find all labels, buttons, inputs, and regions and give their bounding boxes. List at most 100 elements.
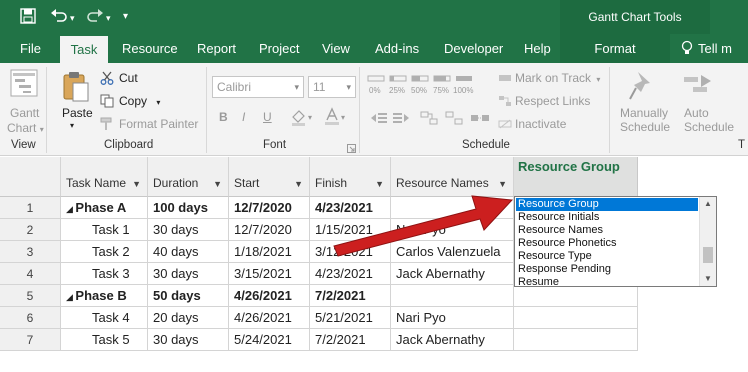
select-all-corner[interactable]	[0, 157, 61, 197]
tab-resource[interactable]: Resource	[122, 34, 178, 63]
undo-dropdown-icon[interactable]: ▾	[70, 13, 75, 24]
cell-start[interactable]: 3/15/2021	[229, 263, 310, 285]
cell-resource-group[interactable]	[514, 285, 638, 307]
column-filter-icon[interactable]: ▼	[294, 179, 303, 189]
font-color-icon[interactable]	[324, 107, 340, 128]
underline-button[interactable]: U	[263, 110, 272, 124]
column-header-resource-names[interactable]: Resource Names ▼	[391, 157, 514, 197]
field-option-resume[interactable]: Resume	[516, 276, 698, 286]
cut-button[interactable]: Cut	[119, 71, 138, 85]
cell-duration[interactable]: 100 days	[148, 197, 229, 219]
cell-finish[interactable]: 5/21/2021	[310, 307, 391, 329]
indent-task-icon[interactable]	[392, 111, 410, 128]
tab-help[interactable]: Help	[524, 34, 551, 63]
manually-schedule-button[interactable]: Manually Schedule	[620, 106, 670, 134]
cell-task-name[interactable]: Task 3	[61, 263, 148, 285]
column-filter-icon[interactable]: ▼	[213, 179, 222, 189]
cell-duration[interactable]: 30 days	[148, 263, 229, 285]
column-header-finish[interactable]: Finish ▼	[310, 157, 391, 197]
tab-format[interactable]: Format	[560, 34, 670, 63]
row-number[interactable]: 1	[0, 197, 61, 219]
tab-developer[interactable]: Developer	[444, 34, 503, 63]
italic-button[interactable]: I	[242, 110, 245, 124]
cell-finish[interactable]: 1/15/2021	[310, 219, 391, 241]
scroll-down-icon[interactable]: ▼	[700, 272, 716, 286]
cell-start[interactable]: 4/26/2021	[229, 307, 310, 329]
outdent-task-icon[interactable]	[370, 111, 388, 128]
cell-finish[interactable]: 4/23/2021	[310, 197, 391, 219]
cell-start[interactable]: 1/18/2021	[229, 241, 310, 263]
cell-duration[interactable]: 30 days	[148, 219, 229, 241]
field-option-resource-type[interactable]: Resource Type	[516, 250, 698, 263]
cell-task-name[interactable]: ◢ Phase A	[61, 197, 148, 219]
field-option-response-pending[interactable]: Response Pending	[516, 263, 698, 276]
cell-resource-names[interactable]: Nari Pyo	[391, 307, 514, 329]
scroll-up-icon[interactable]: ▲	[700, 197, 716, 211]
fill-color-icon[interactable]	[290, 108, 308, 129]
column-header-new-field-input[interactable]: Resource Group	[514, 157, 638, 197]
field-option-resource-names[interactable]: Resource Names	[516, 224, 698, 237]
cell-finish[interactable]: 7/2/2021	[310, 285, 391, 307]
tab-project[interactable]: Project	[259, 34, 299, 63]
field-name-dropdown-list[interactable]: Resource Group Resource Initials Resourc…	[514, 196, 717, 287]
cell-task-name[interactable]: Task 2	[61, 241, 148, 263]
cell-duration[interactable]: 20 days	[148, 307, 229, 329]
row-number[interactable]: 5	[0, 285, 61, 307]
tell-me-search[interactable]: Tell m	[698, 34, 732, 63]
column-filter-icon[interactable]: ▼	[132, 179, 141, 189]
inactivate-button[interactable]: Inactivate	[515, 117, 566, 131]
column-filter-icon[interactable]: ▼	[375, 179, 384, 189]
tab-file[interactable]: File	[20, 34, 41, 63]
undo-icon[interactable]	[50, 8, 68, 28]
collapse-triangle-icon[interactable]: ◢	[66, 204, 75, 214]
cell-resource-names[interactable]: Jack Abernathy	[391, 329, 514, 351]
dropdown-scrollbar[interactable]: ▲ ▼	[699, 197, 716, 286]
save-icon[interactable]	[20, 8, 36, 28]
cell-resource-group[interactable]	[514, 307, 638, 329]
font-size-combo[interactable]: 11 ▾	[308, 76, 356, 98]
cell-start[interactable]: 5/24/2021	[229, 329, 310, 351]
scrollbar-thumb[interactable]	[703, 247, 713, 263]
cell-start[interactable]: 12/7/2020	[229, 219, 310, 241]
cell-duration[interactable]: 30 days	[148, 329, 229, 351]
font-name-combo[interactable]: Calibri ▾	[212, 76, 304, 98]
split-task-icon[interactable]	[470, 111, 490, 128]
cell-resource-names[interactable]	[391, 285, 514, 307]
cell-resource-names[interactable]: Jack Abernathy	[391, 263, 514, 285]
tab-view[interactable]: View	[322, 34, 350, 63]
dialog-launcher-icon[interactable]	[347, 142, 356, 156]
cell-resource-group[interactable]	[514, 329, 638, 351]
paste-dropdown-icon[interactable]: ▾	[70, 121, 74, 130]
format-painter-button[interactable]: Format Painter	[119, 117, 198, 131]
gantt-chart-button-line2[interactable]: Chart ▾	[7, 121, 44, 135]
row-number[interactable]: 7	[0, 329, 61, 351]
tab-report[interactable]: Report	[197, 34, 236, 63]
cell-task-name[interactable]: Task 4	[61, 307, 148, 329]
cell-finish[interactable]: 7/2/2021	[310, 329, 391, 351]
paste-button[interactable]: Paste	[62, 106, 93, 120]
link-tasks-icon[interactable]	[420, 111, 438, 128]
redo-dropdown-icon[interactable]: ▾	[106, 13, 111, 24]
copy-button[interactable]: Copy ▾	[119, 94, 160, 108]
fill-color-dropdown-icon[interactable]: ▾	[308, 113, 312, 122]
cell-duration[interactable]: 40 days	[148, 241, 229, 263]
cell-finish[interactable]: 4/23/2021	[310, 263, 391, 285]
cell-start[interactable]: 4/26/2021	[229, 285, 310, 307]
copy-dropdown-icon[interactable]: ▾	[156, 98, 160, 107]
cell-start[interactable]: 12/7/2020	[229, 197, 310, 219]
column-header-start[interactable]: Start ▼	[229, 157, 310, 197]
gantt-chart-button[interactable]: Gantt	[10, 106, 39, 120]
column-filter-icon[interactable]: ▼	[498, 179, 507, 189]
unlink-tasks-icon[interactable]	[445, 111, 463, 128]
row-number[interactable]: 6	[0, 307, 61, 329]
tab-task[interactable]: Task	[60, 36, 108, 63]
collapse-triangle-icon[interactable]: ◢	[66, 292, 75, 302]
mark-on-track-dropdown-icon[interactable]: ▾	[596, 75, 600, 84]
paste-icon[interactable]	[62, 71, 90, 106]
customize-qat-icon[interactable]: ▾	[123, 11, 128, 22]
cell-resource-names[interactable]: Carlos Valenzuela	[391, 241, 514, 263]
cell-finish[interactable]: 3/12/2021	[310, 241, 391, 263]
cell-duration[interactable]: 50 days	[148, 285, 229, 307]
row-number[interactable]: 4	[0, 263, 61, 285]
field-option-resource-initials[interactable]: Resource Initials	[516, 211, 698, 224]
